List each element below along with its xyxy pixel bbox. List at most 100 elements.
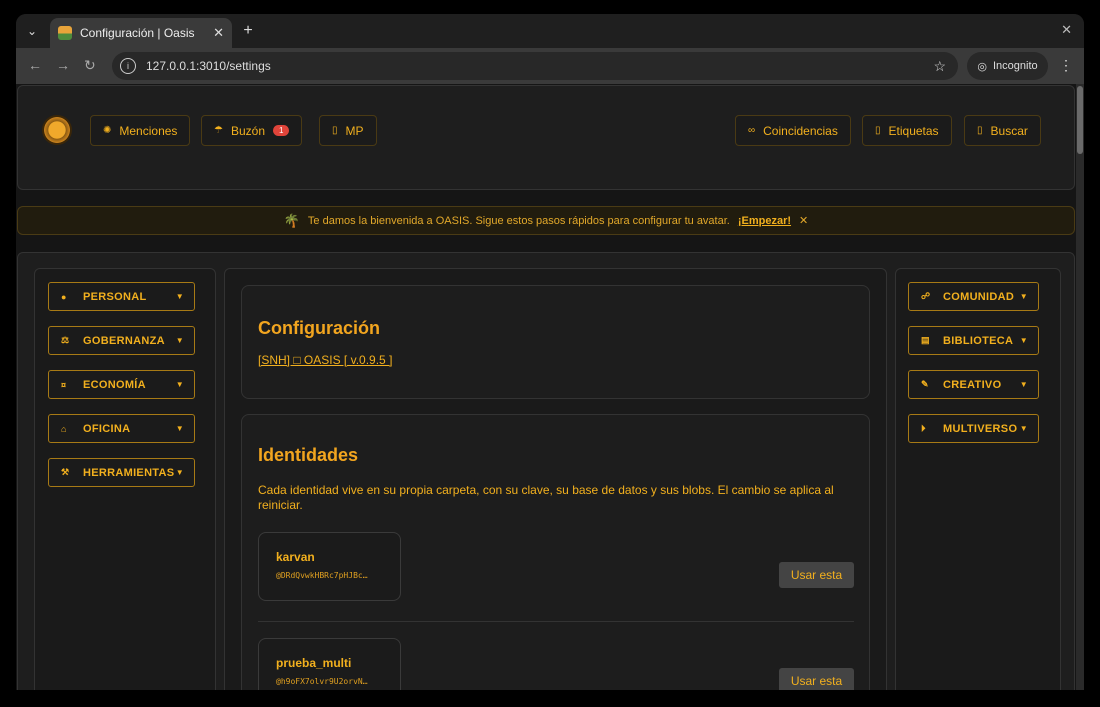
- infinity-icon: ∞: [748, 125, 756, 136]
- menu-label: BIBLIOTECA: [943, 334, 1014, 347]
- search-icon: ▯: [977, 125, 983, 136]
- main-area: ● PERSONAL ▼ ⚖ GOBERNANZA ▼ ¤ ECONOMÍA ▼…: [17, 252, 1075, 690]
- menu-personal[interactable]: ● PERSONAL ▼: [48, 282, 195, 311]
- reload-icon[interactable]: ↻: [84, 57, 96, 74]
- window-close-icon[interactable]: ✕: [1061, 22, 1072, 38]
- welcome-banner: 🌴 Te damos la bienvenida a OASIS. Sigue …: [17, 206, 1075, 235]
- tab-title: Configuración | Oasis: [80, 26, 195, 40]
- menu-multiverso[interactable]: ⏵ MULTIVERSO ▼: [908, 414, 1039, 443]
- site-info-icon[interactable]: i: [120, 58, 136, 74]
- menu-comunidad[interactable]: ☍ COMUNIDAD ▼: [908, 282, 1039, 311]
- chevron-down-icon: ▼: [1019, 380, 1028, 389]
- buzon-label: Buzón: [230, 123, 265, 138]
- menu-gobernanza[interactable]: ⚖ GOBERNANZA ▼: [48, 326, 195, 355]
- address-bar[interactable]: i 127.0.0.1:3010/settings ☆: [112, 52, 958, 80]
- coincidencias-label: Coincidencias: [763, 123, 838, 138]
- buscar-label: Buscar: [990, 123, 1028, 138]
- play-icon: ⏵: [921, 423, 926, 433]
- identity-card: karvan @DRdQvwkHBRc7pHJBc…: [258, 532, 401, 601]
- menu-biblioteca[interactable]: ▤ BIBLIOTECA ▼: [908, 326, 1039, 355]
- menu-herramientas[interactable]: ⚒ HERRAMIENTAS ▼: [48, 458, 195, 487]
- divider: [258, 621, 854, 622]
- etiquetas-button[interactable]: ▯ Etiquetas: [862, 115, 952, 146]
- left-sidebar: ● PERSONAL ▼ ⚖ GOBERNANZA ▼ ¤ ECONOMÍA ▼…: [34, 268, 216, 690]
- tag-icon: ▯: [875, 125, 881, 136]
- use-identity-button[interactable]: Usar esta: [779, 668, 854, 690]
- identity-key: @DRdQvwkHBRc7pHJBc…: [276, 571, 368, 580]
- scrollbar[interactable]: [1076, 84, 1084, 690]
- scrollbar-thumb[interactable]: [1077, 86, 1083, 154]
- menciones-button[interactable]: ✺ Menciones: [90, 115, 191, 146]
- tab-search-icon[interactable]: ⌄: [22, 21, 42, 41]
- oasis-logo[interactable]: [42, 115, 72, 145]
- browser-toolbar: ← → ↻ i 127.0.0.1:3010/settings ☆ ◎ Inco…: [16, 48, 1084, 84]
- mp-label: MP: [345, 123, 364, 138]
- more-menu-icon[interactable]: ⋮: [1059, 57, 1073, 74]
- new-tab-icon[interactable]: +: [238, 21, 258, 41]
- identities-card: Identidades Cada identidad vive en su pr…: [241, 414, 870, 690]
- chevron-down-icon: ▼: [175, 336, 184, 345]
- person-icon: ●: [61, 291, 67, 302]
- start-link[interactable]: ¡Empezar!: [738, 215, 791, 227]
- url-text: 127.0.0.1:3010/settings: [146, 59, 271, 73]
- umbrella-icon: ☂: [214, 125, 223, 136]
- link-icon: ☍: [921, 291, 931, 301]
- menu-oficina[interactable]: ⌂ OFICINA ▼: [48, 414, 195, 443]
- site-header: ✺ Menciones ☂ Buzón 1 ▯ MP ∞ Coincidenci…: [17, 85, 1075, 190]
- identity-key: @h9oFX7olvr9U2orvN…: [276, 677, 368, 686]
- banner-close-icon[interactable]: ✕: [799, 214, 808, 227]
- menu-label: GOBERNANZA: [83, 334, 165, 347]
- chevron-down-icon: ▼: [175, 292, 184, 301]
- tools-icon: ⚒: [61, 467, 70, 477]
- close-tab-icon[interactable]: ✕: [213, 25, 224, 41]
- identity-name: karvan: [276, 550, 315, 564]
- back-icon[interactable]: ←: [28, 57, 42, 73]
- palm-tree-icon: 🌴: [283, 212, 300, 228]
- active-tab[interactable]: Configuración | Oasis ✕: [50, 18, 232, 48]
- menu-label: HERRAMIENTAS: [83, 466, 175, 479]
- menu-label: CREATIVO: [943, 378, 1002, 391]
- chevron-down-icon: ▼: [1019, 336, 1028, 345]
- chevron-down-icon: ▼: [1019, 292, 1028, 301]
- menu-label: MULTIVERSO: [943, 422, 1018, 435]
- page-title: Configuración: [258, 318, 380, 338]
- identities-title: Identidades: [258, 445, 359, 465]
- identity-name: prueba_multi: [276, 656, 352, 670]
- incognito-icon: ◎: [977, 60, 987, 73]
- bookmark-star-icon[interactable]: ☆: [933, 58, 946, 75]
- favicon-icon: [58, 26, 72, 40]
- mp-button[interactable]: ▯ MP: [319, 115, 377, 146]
- currency-icon: ¤: [61, 379, 67, 390]
- chevron-down-icon: ▼: [175, 468, 184, 477]
- buscar-button[interactable]: ▯ Buscar: [964, 115, 1041, 146]
- use-identity-button[interactable]: Usar esta: [779, 562, 854, 588]
- buzon-button[interactable]: ☂ Buzón 1: [201, 115, 303, 146]
- book-icon: ▤: [921, 335, 930, 345]
- menu-label: ECONOMÍA: [83, 378, 146, 391]
- pencil-icon: ✎: [921, 379, 929, 389]
- incognito-indicator[interactable]: ◎ Incognito: [967, 52, 1048, 80]
- menu-label: OFICINA: [83, 422, 131, 435]
- chevron-down-icon: ▼: [175, 380, 184, 389]
- sun-icon: ✺: [103, 125, 112, 136]
- version-link[interactable]: [SNH] □ OASIS [ v.0.9.5 ]: [258, 353, 392, 367]
- forward-icon[interactable]: →: [56, 57, 70, 73]
- coincidencias-button[interactable]: ∞ Coincidencias: [735, 115, 851, 146]
- settings-card: Configuración [SNH] □ OASIS [ v.0.9.5 ]: [241, 285, 870, 399]
- chevron-down-icon: ▼: [175, 424, 184, 433]
- chevron-down-icon: ▼: [1019, 424, 1028, 433]
- browser-window: ⌄ Configuración | Oasis ✕ + ✕ ← → ↻ i 12…: [16, 14, 1084, 690]
- message-icon: ▯: [332, 125, 338, 136]
- identities-description: Cada identidad vive en su propia carpeta…: [258, 483, 834, 512]
- content-column: Configuración [SNH] □ OASIS [ v.0.9.5 ] …: [224, 268, 887, 690]
- page-content: ✺ Menciones ☂ Buzón 1 ▯ MP ∞ Coincidenci…: [16, 84, 1084, 690]
- menciones-label: Menciones: [119, 123, 178, 138]
- menu-economia[interactable]: ¤ ECONOMÍA ▼: [48, 370, 195, 399]
- identity-card: prueba_multi @h9oFX7olvr9U2orvN…: [258, 638, 401, 690]
- unread-badge: 1: [273, 125, 290, 136]
- menu-creativo[interactable]: ✎ CREATIVO ▼: [908, 370, 1039, 399]
- tab-strip: ⌄ Configuración | Oasis ✕ + ✕: [16, 14, 1084, 48]
- banner-text: Te damos la bienvenida a OASIS. Sigue es…: [307, 214, 730, 227]
- incognito-label: Incognito: [992, 60, 1038, 72]
- menu-label: COMUNIDAD: [943, 290, 1015, 303]
